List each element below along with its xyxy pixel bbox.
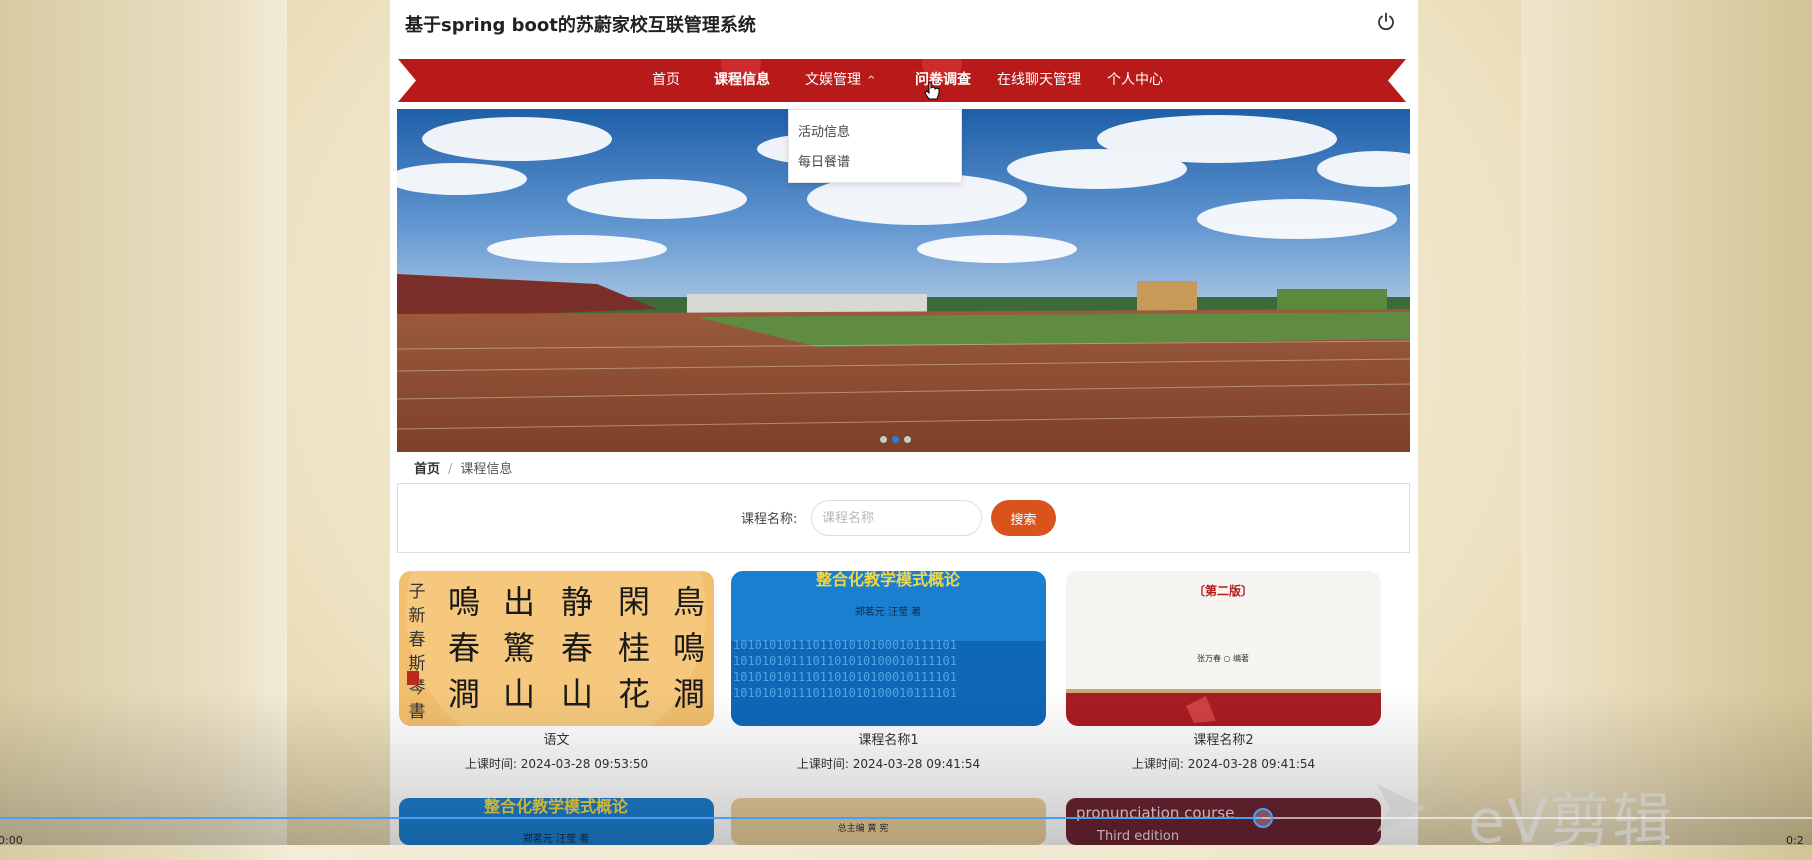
course-cover-partial: 整合化教学模式概论 郑茗元 汪莹 著 <box>399 798 714 845</box>
cursor-pointer-icon <box>924 82 940 100</box>
binary-pattern: 1010101011101101010100010111101 <box>733 686 957 700</box>
binary-pattern: 1010101011101101010100010111101 <box>733 670 957 684</box>
textbook-authors: 郑茗元 汪莹 著 <box>523 832 589 845</box>
calligraphy-char: 新 <box>409 606 426 626</box>
calligraphy-char: 春 <box>561 629 593 667</box>
nav-label: 首页 <box>652 72 680 88</box>
nav-label: 个人中心 <box>1107 72 1163 88</box>
nav-item-home[interactable]: 首页 <box>652 59 680 102</box>
textbook-title: 整合化教学模式概论 <box>483 798 629 816</box>
calligraphy-char: 春 <box>409 630 426 650</box>
course-name-search-input[interactable] <box>811 500 982 536</box>
nav-item-entertainment[interactable]: 文娱管理 ^ <box>805 59 875 102</box>
nav-item-course-info[interactable]: 课程信息 <box>714 59 770 102</box>
calligraphy-char: 子 <box>409 582 426 602</box>
calligraphy-char: 鳥 <box>673 583 705 621</box>
search-label: 课程名称: <box>741 512 798 527</box>
calligraphy-char: 閑 <box>618 583 650 621</box>
calligraphy-char: 山 <box>503 675 535 713</box>
power-icon[interactable] <box>1376 12 1396 32</box>
entertainment-dropdown-menu: 活动信息 每日餐谱 <box>788 109 962 183</box>
app-title: 基于spring boot的苏蔚家校互联管理系统 <box>405 15 756 36</box>
calligraphy-char: 山 <box>561 675 593 713</box>
book-title-english: pronunciation course <box>1076 804 1234 822</box>
carousel-dot[interactable] <box>880 436 887 443</box>
course-name: 课程名称1 <box>858 733 919 748</box>
course-cover-textbook: 整合化教学模式概论 郑茗元 汪莹 著 101010101110110101010… <box>731 571 1046 726</box>
calligraphy-char: 澗 <box>448 675 480 713</box>
course-name: 课程名称2 <box>1193 733 1254 748</box>
textbook-authors: 郑茗元 汪莹 著 <box>855 605 921 618</box>
calligraphy-char: 春 <box>448 629 480 667</box>
calligraphy-char: 鳴 <box>448 583 480 621</box>
book-edition-english: Third edition <box>1096 829 1179 844</box>
binary-pattern: 1010101011101101010100010111101 <box>733 638 957 652</box>
course-name: 语文 <box>543 733 570 748</box>
course-cover-partial: 总主编 黄 宪 <box>731 798 1046 845</box>
calligraphy-char: 桂 <box>618 629 650 667</box>
main-nav: 首页 课程信息 文娱管理 ^ 问卷调查 在线聊天管理 个人中心 <box>398 59 1406 102</box>
course-time: 上课时间: 2024-03-28 09:41:54 <box>796 757 981 771</box>
carousel-dot[interactable] <box>892 436 899 443</box>
calligraphy-char: 出 <box>503 583 535 621</box>
chevron-up-icon: ^ <box>867 75 876 86</box>
play-logo-icon <box>1377 784 1427 832</box>
nav-label: 文娱管理 <box>805 72 861 88</box>
calligraphy-char: 鳴 <box>673 629 705 667</box>
nav-label: 课程信息 <box>714 72 770 88</box>
breadcrumb: 首页 / 课程信息 <box>414 458 512 477</box>
dropdown-item-activity-info[interactable]: 活动信息 <box>798 121 850 140</box>
course-cover-partial: pronunciation course Third edition <box>1066 798 1381 845</box>
book-author: 张万春 ○ 编著 <box>1197 653 1249 663</box>
course-time: 上课时间: 2024-03-28 09:41:54 <box>1131 757 1316 771</box>
search-button[interactable]: 搜索 <box>991 500 1056 536</box>
nav-item-online-chat[interactable]: 在线聊天管理 <box>997 59 1081 102</box>
binary-pattern: 1010101011101101010100010111101 <box>733 654 957 668</box>
course-cover-calligraphy: 鳥 閑 静 出 鳴 鳴 桂 春 驚 春 澗 花 山 山 澗 子 新 春 斯 琴 … <box>399 571 714 726</box>
video-progress-fill <box>0 817 1262 819</box>
video-current-time: 0:00 <box>0 834 23 847</box>
nav-item-profile[interactable]: 个人中心 <box>1107 59 1163 102</box>
video-duration: 0:2 <box>1786 834 1804 847</box>
calligraphy-char: 静 <box>561 583 593 621</box>
breadcrumb-current: 课程信息 <box>460 462 513 477</box>
dropdown-item-daily-menu[interactable]: 每日餐谱 <box>798 151 850 170</box>
calligraphy-char: 花 <box>618 675 650 713</box>
calligraphy-char: 澗 <box>673 675 705 713</box>
textbook-title: 整合化教学模式概论 <box>815 571 961 589</box>
course-time: 上课时间: 2024-03-28 09:53:50 <box>464 757 649 771</box>
carousel-dot[interactable] <box>904 436 911 443</box>
book-editor: 总主编 黄 宪 <box>838 822 889 834</box>
video-progress-handle[interactable] <box>1253 808 1273 828</box>
calligraphy-char: 驚 <box>503 629 535 667</box>
breadcrumb-home[interactable]: 首页 <box>414 462 440 477</box>
course-cover-book: 〔第二版〕 张万春 ○ 编著 <box>1066 571 1381 726</box>
nav-label: 在线聊天管理 <box>997 72 1081 88</box>
calligraphy-char: 書 <box>409 702 426 722</box>
book-edition: 〔第二版〕 <box>1193 583 1253 598</box>
breadcrumb-separator: / <box>448 462 453 477</box>
